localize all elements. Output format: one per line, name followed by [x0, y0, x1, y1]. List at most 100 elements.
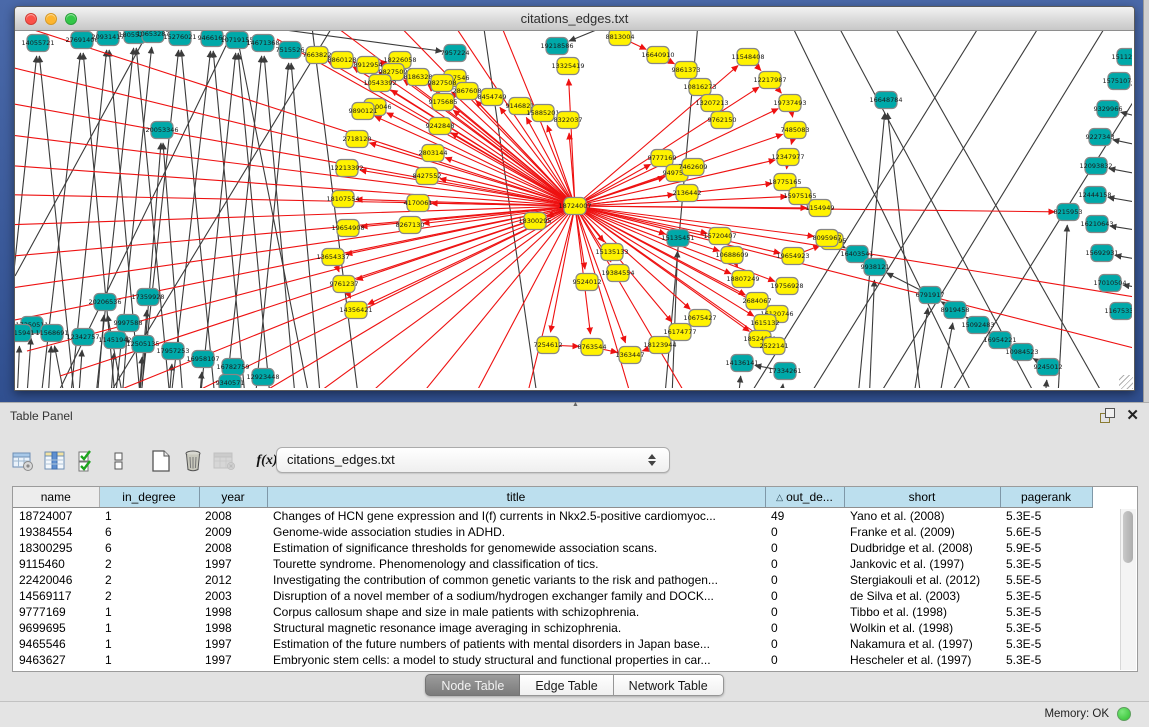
network-graph[interactable]: 1872400714055721276914062093141718055287… — [15, 31, 1132, 388]
network-node[interactable]: 18807249 — [726, 271, 759, 288]
table-row[interactable]: 1938455462009Genome-wide association stu… — [13, 524, 1092, 540]
network-node[interactable]: 7462609 — [679, 159, 708, 176]
network-node[interactable]: 20206536 — [88, 294, 121, 311]
network-node[interactable]: 15692931 — [1085, 245, 1118, 262]
network-node[interactable]: 12342757 — [66, 329, 99, 346]
table-cell[interactable]: 5.3E-5 — [1000, 636, 1092, 652]
network-node[interactable]: 12093832 — [1079, 158, 1112, 175]
table-cell[interactable]: 14569117 — [13, 588, 99, 604]
network-node[interactable]: 2718120 — [343, 131, 372, 148]
network-node[interactable]: 7515526 — [276, 42, 305, 59]
table-cell[interactable]: 18724007 — [13, 508, 99, 525]
table-cell[interactable]: 5.3E-5 — [1000, 556, 1092, 572]
table-row[interactable]: 1830029562008Estimation of significance … — [13, 540, 1092, 556]
network-node[interactable]: 18107554 — [326, 191, 359, 208]
network-node[interactable]: 8454749 — [478, 89, 507, 106]
table-row[interactable]: 1872400712008Changes of HCN gene express… — [13, 508, 1092, 525]
network-node[interactable]: 16958107 — [186, 351, 219, 368]
network-node[interactable]: 6791917 — [916, 287, 945, 304]
table-row[interactable]: 2242004622012Investigating the contribut… — [13, 572, 1092, 588]
table-row[interactable]: 1456911722003Disruption of a novel membe… — [13, 588, 1092, 604]
table-cell[interactable]: 0 — [765, 620, 844, 636]
network-node[interactable]: 8860128 — [328, 52, 357, 69]
column-header-pagerank[interactable]: pagerank — [1000, 487, 1092, 508]
table-cell[interactable]: 1998 — [199, 604, 267, 620]
network-node[interactable]: 9340571 — [216, 375, 245, 389]
table-cell[interactable]: Corpus callosum shape and size in male p… — [267, 604, 765, 620]
network-node[interactable]: 8095967 — [813, 230, 842, 247]
network-node[interactable]: 9175685 — [429, 94, 458, 111]
table-cell[interactable]: 1 — [99, 636, 199, 652]
table-cell[interactable]: 1 — [99, 652, 199, 668]
network-node[interactable]: 14055721 — [21, 35, 54, 52]
network-node[interactable]: 12217987 — [753, 72, 786, 89]
table-row[interactable]: 946554611997Estimation of the future num… — [13, 636, 1092, 652]
network-node[interactable]: 17010504 — [1093, 275, 1126, 292]
network-node[interactable]: 19384554 — [601, 265, 634, 282]
table-cell[interactable]: 0 — [765, 652, 844, 668]
network-node[interactable]: 9245012 — [1034, 359, 1063, 376]
table-cell[interactable]: 5.3E-5 — [1000, 620, 1092, 636]
table-cell[interactable]: 6 — [99, 524, 199, 540]
network-view-window[interactable]: citations_edges.txt 18724007140557212769… — [14, 6, 1135, 391]
network-node[interactable]: 8215953 — [1054, 204, 1083, 221]
table-cell[interactable]: Jankovic et al. (1997) — [844, 556, 1000, 572]
table-cell[interactable]: 6 — [99, 540, 199, 556]
table-cell[interactable]: 2008 — [199, 540, 267, 556]
network-node[interactable]: 9938121 — [861, 259, 890, 276]
table-cell[interactable]: 1997 — [199, 636, 267, 652]
network-node[interactable]: 19218586 — [540, 38, 573, 55]
column-header-year[interactable]: year — [199, 487, 267, 508]
table-cell[interactable]: 1997 — [199, 556, 267, 572]
column-header-name[interactable]: name — [13, 487, 99, 508]
table-cell[interactable]: 2012 — [199, 572, 267, 588]
network-node[interactable]: 19654923 — [776, 248, 809, 265]
network-node[interactable]: 9997588 — [114, 315, 143, 332]
window-minimize-icon[interactable] — [45, 13, 57, 25]
table-cell[interactable]: Wolkin et al. (1998) — [844, 620, 1000, 636]
table-cell[interactable]: 9777169 — [13, 604, 99, 620]
column-header-out_de[interactable]: △out_de... — [765, 487, 844, 508]
network-node[interactable]: 8322037 — [554, 112, 583, 129]
network-node[interactable]: 20053346 — [145, 122, 178, 139]
network-window-titlebar[interactable]: citations_edges.txt — [15, 7, 1134, 31]
table-cell[interactable]: Dudbridge et al. (2008) — [844, 540, 1000, 556]
tab-edge-table[interactable]: Edge Table — [520, 674, 613, 696]
network-node[interactable]: 7957224 — [441, 45, 470, 62]
table-cell[interactable]: 0 — [765, 540, 844, 556]
table-cell[interactable]: 2003 — [199, 588, 267, 604]
float-window-icon[interactable] — [1100, 408, 1116, 424]
table-cell[interactable]: 1 — [99, 508, 199, 525]
network-node[interactable]: 9329966 — [1094, 101, 1123, 118]
table-cell[interactable]: de Silva et al. (2003) — [844, 588, 1000, 604]
table-cell[interactable]: 18300295 — [13, 540, 99, 556]
table-cell[interactable]: Tourette syndrome. Phenomenology and cla… — [267, 556, 765, 572]
network-node[interactable]: 2803144 — [419, 145, 448, 162]
network-node[interactable]: 8427552 — [413, 168, 442, 185]
table-cell[interactable]: 2009 — [199, 524, 267, 540]
table-cell[interactable]: 0 — [765, 524, 844, 540]
table-settings-icon[interactable] — [10, 448, 36, 474]
network-node[interactable]: 9227343 — [1086, 129, 1115, 146]
network-node[interactable]: 12444158 — [1078, 187, 1111, 204]
window-resize-grip[interactable] — [1119, 375, 1133, 389]
table-cell[interactable]: Hescheler et al. (1997) — [844, 652, 1000, 668]
table-cell[interactable]: 2 — [99, 588, 199, 604]
table-cell[interactable]: Genome-wide association studies in ADHD. — [267, 524, 765, 540]
network-node[interactable]: 17957253 — [156, 343, 189, 360]
window-zoom-icon[interactable] — [65, 13, 77, 25]
tab-node-table[interactable]: Node Table — [425, 674, 520, 696]
new-table-icon[interactable] — [148, 448, 174, 474]
network-node[interactable]: 17334261 — [768, 363, 801, 380]
table-cell[interactable]: 5.5E-5 — [1000, 572, 1092, 588]
table-cell[interactable]: 0 — [765, 572, 844, 588]
network-node[interactable]: 9761237 — [330, 276, 359, 293]
network-canvas[interactable]: 1872400714055721276914062093141718055287… — [15, 31, 1132, 388]
network-node[interactable]: 15112043 — [1111, 49, 1132, 66]
network-node[interactable]: 16210643 — [1080, 216, 1113, 233]
row-height-icon[interactable] — [106, 448, 132, 474]
network-node[interactable]: 11548408 — [731, 49, 764, 66]
network-node[interactable]: 9890121 — [349, 103, 378, 120]
table-cell[interactable]: Tibbo et al. (1998) — [844, 604, 1000, 620]
network-node[interactable]: 1615132 — [751, 315, 780, 332]
